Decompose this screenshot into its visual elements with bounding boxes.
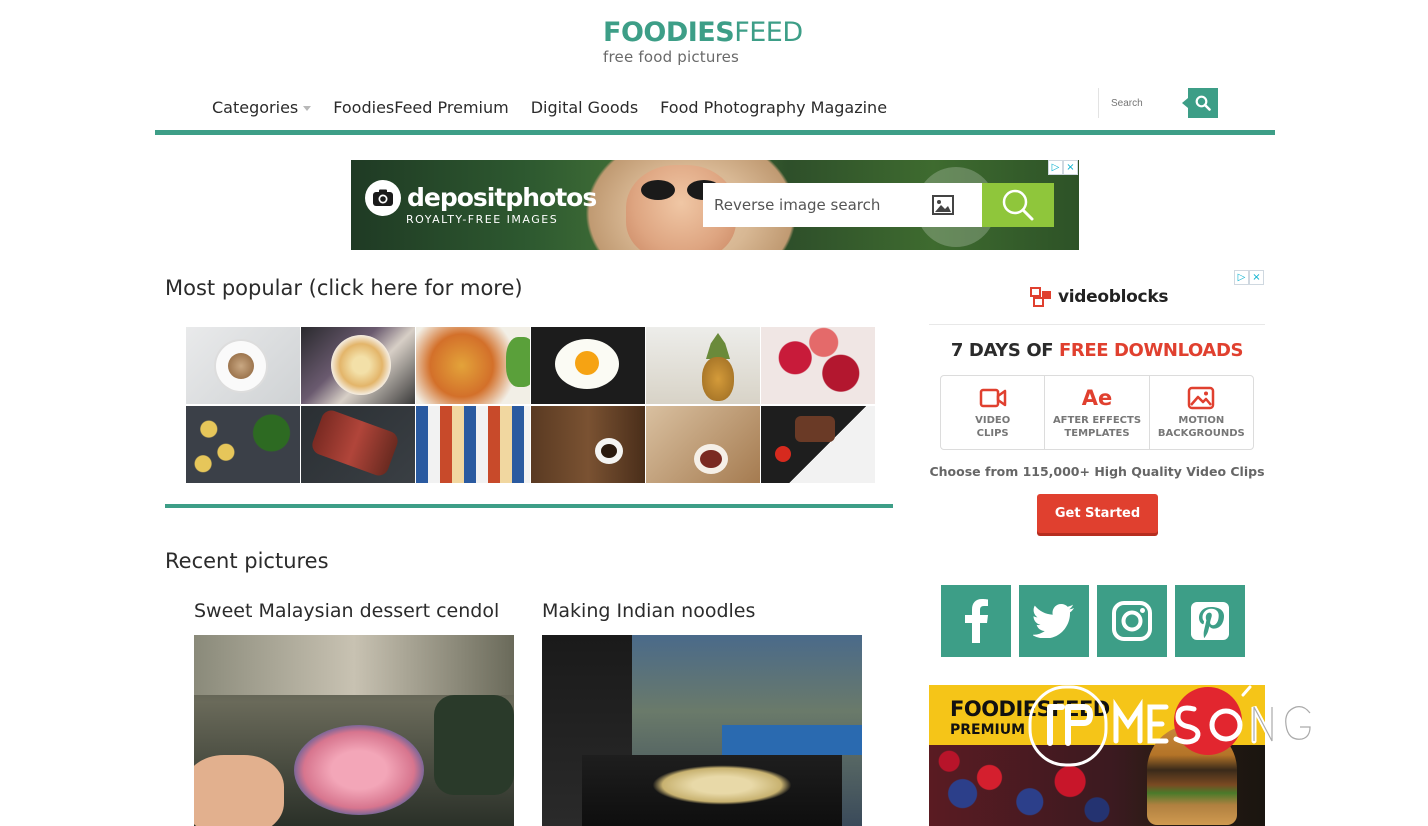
chevron-down-icon: [303, 105, 312, 111]
thumbnail-table-top-dishes[interactable]: [416, 405, 530, 483]
thumbnail-grilled-beef-tomatoes[interactable]: [761, 405, 875, 483]
site-logo[interactable]: FOODIESFEED free food pictures: [603, 18, 833, 67]
reverse-search-input[interactable]: Reverse image search: [703, 183, 982, 227]
adchoices-icon[interactable]: ▷: [1234, 270, 1249, 285]
thumbnail-pasta-and-herbs[interactable]: [186, 405, 300, 483]
recent-heading: Recent pictures: [165, 549, 329, 573]
facebook-link[interactable]: [941, 585, 1011, 657]
depositphotos-ad[interactable]: depositphotos ROYALTY-FREE IMAGES Revers…: [351, 160, 1079, 250]
thumbnail-tea-and-hands[interactable]: [646, 405, 760, 483]
post-title-noodles[interactable]: Making Indian noodles: [542, 600, 755, 622]
ad-choices[interactable]: ▷ ×: [1234, 270, 1264, 285]
thumbnail-coffee-on-wood[interactable]: [531, 405, 645, 483]
popular-heading[interactable]: Most popular (click here for more): [165, 276, 523, 300]
videoblocks-ad[interactable]: ▷ × videoblocks 7 DAYS OF FREE DOWNLOADS…: [929, 270, 1265, 550]
social-links: [941, 585, 1253, 657]
get-started-button[interactable]: Get Started: [1037, 494, 1158, 533]
thumbnail-sliced-steak[interactable]: [301, 405, 415, 483]
search-form: [1098, 88, 1218, 118]
videoblocks-subline: Choose from 115,000+ High Quality Video …: [929, 464, 1265, 479]
thumbnail-fried-egg-pan[interactable]: [531, 327, 645, 404]
pinterest-icon: [1191, 602, 1229, 640]
premium-ad-burger-image: [1147, 725, 1237, 825]
ad-choices[interactable]: ▷ ×: [1048, 160, 1078, 175]
image-upload-icon[interactable]: [928, 190, 958, 220]
nav-item-label: FoodiesFeed Premium: [333, 97, 509, 117]
nav-item-label: Digital Goods: [530, 97, 639, 117]
after-effects-icon: Ae: [1081, 386, 1113, 410]
camera-icon: [365, 180, 401, 216]
nav-item-magazine[interactable]: Food Photography Magazine: [660, 98, 887, 117]
nav-item-premium[interactable]: FoodiesFeed Premium: [333, 98, 508, 117]
headline-dark: 7 DAYS OF: [950, 340, 1059, 361]
logo-light-text: FEED: [734, 17, 803, 48]
video-camera-icon: [979, 384, 1007, 412]
videoblocks-headline: 7 DAYS OF FREE DOWNLOADS: [929, 340, 1265, 361]
nav-item-label: Food Photography Magazine: [660, 97, 888, 117]
videoblocks-logo: videoblocks: [1030, 287, 1168, 307]
logo-bold-text: FOODIES: [603, 17, 735, 48]
search-input[interactable]: [1098, 88, 1188, 118]
thumbnail-noodle-soup-bowl[interactable]: [301, 327, 415, 404]
depositphotos-logo: depositphotos: [365, 180, 597, 216]
reverse-search-button[interactable]: [982, 183, 1054, 227]
search-icon: [1002, 189, 1034, 221]
headline-red: FREE DOWNLOADS: [1059, 340, 1244, 361]
premium-ad[interactable]: FOODIESFEED PREMIUM: [929, 685, 1265, 826]
facebook-icon: [965, 599, 988, 643]
image-icon: [1187, 384, 1215, 412]
twitter-icon: [1033, 604, 1074, 638]
twitter-link[interactable]: [1019, 585, 1089, 657]
divider: [929, 324, 1265, 325]
nav-divider: [155, 130, 1275, 135]
thumbnail-roasted-vegetables-tray[interactable]: [416, 327, 530, 404]
post-image-cendol[interactable]: [194, 635, 514, 826]
close-icon[interactable]: ×: [1063, 160, 1078, 175]
videoblocks-features: VIDEO CLIPS Ae AFTER EFFECTS TEMPLATES MOT…: [940, 375, 1254, 450]
post-title-cendol[interactable]: Sweet Malaysian dessert cendol: [194, 600, 499, 622]
nav-item-categories[interactable]: Categories: [212, 97, 312, 117]
logo-tagline: free food pictures: [603, 48, 740, 66]
nav-item-digital-goods[interactable]: Digital Goods: [531, 98, 638, 117]
thumbnail-red-fruits[interactable]: [761, 327, 875, 404]
instagram-icon: [1112, 601, 1152, 641]
popular-grid: [186, 327, 875, 483]
section-divider: [165, 504, 893, 508]
videoblocks-name: videoblocks: [1058, 287, 1169, 307]
instagram-link[interactable]: [1097, 585, 1167, 657]
feature-label: MOTION BACKGROUNDS: [1157, 415, 1245, 439]
premium-ad-subtitle: PREMIUM: [950, 722, 1026, 738]
main-nav: Categories FoodiesFeed Premium Digital G…: [212, 95, 909, 119]
logo-wordmark: FOODIESFEED: [603, 18, 833, 48]
feature-label: AFTER EFFECTS TEMPLATES: [1052, 415, 1142, 439]
feature-label: VIDEO CLIPS: [975, 415, 1011, 439]
adchoices-icon[interactable]: ▷: [1048, 160, 1063, 175]
search-button[interactable]: [1182, 88, 1218, 118]
feature-motion-backgrounds: MOTION BACKGROUNDS: [1150, 376, 1253, 449]
thumbnail-pineapple[interactable]: [646, 327, 760, 404]
feature-video-clips: VIDEO CLIPS: [941, 376, 1046, 449]
post-image-noodles[interactable]: [542, 635, 862, 826]
premium-ad-title: FOODIESFEED: [950, 697, 1110, 721]
nav-item-label: Categories: [212, 97, 299, 117]
pinterest-link[interactable]: [1175, 585, 1245, 657]
close-icon[interactable]: ×: [1249, 270, 1264, 285]
depositphotos-tagline: ROYALTY-FREE IMAGES: [406, 213, 559, 226]
videoblocks-logo-icon: [1030, 287, 1051, 307]
reverse-search-placeholder: Reverse image search: [714, 196, 881, 214]
thumbnail-coffee-cup-white[interactable]: [186, 327, 300, 404]
depositphotos-name: depositphotos: [407, 183, 597, 212]
feature-after-effects: Ae AFTER EFFECTS TEMPLATES: [1045, 376, 1150, 449]
search-icon: [1195, 95, 1211, 111]
